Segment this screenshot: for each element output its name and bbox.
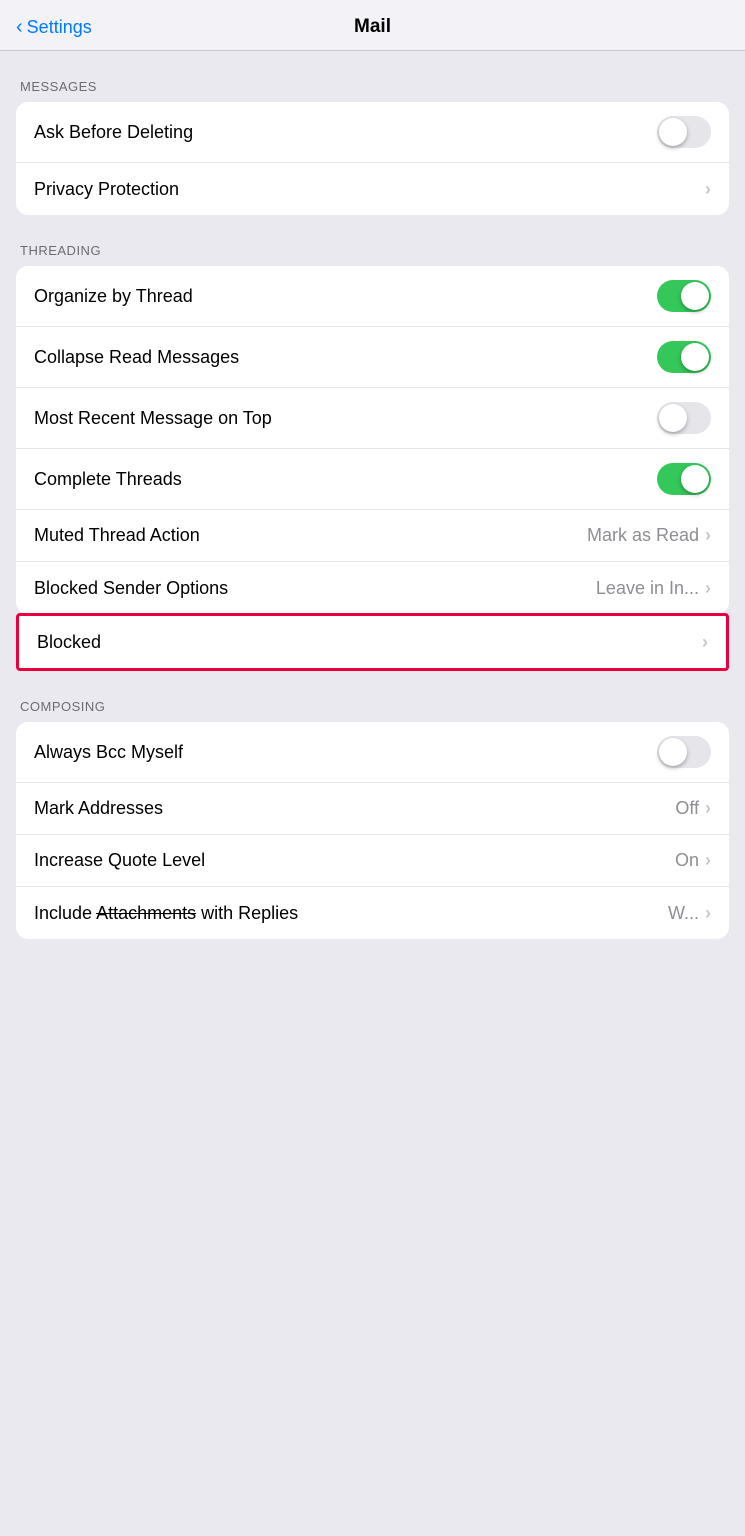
row-most-recent-message[interactable]: Most Recent Message on Top	[16, 388, 729, 449]
row-right-collapse-read-messages	[657, 341, 711, 373]
row-right-include-attachments: W... ›	[668, 903, 711, 924]
row-label-privacy-protection: Privacy Protection	[34, 179, 179, 200]
chevron-right-icon: ›	[705, 578, 711, 599]
row-label-organize-by-thread: Organize by Thread	[34, 286, 193, 307]
row-organize-by-thread[interactable]: Organize by Thread	[16, 266, 729, 327]
row-label-include-attachments: Include Attachments with Replies	[34, 903, 298, 924]
toggle-collapse-read-messages[interactable]	[657, 341, 711, 373]
toggle-knob-ask-before-deleting	[659, 118, 687, 146]
toggle-knob-collapse-read-messages	[681, 343, 709, 371]
section-threading: THREADING Organize by Thread Collapse Read…	[0, 243, 745, 671]
section-label-composing: COMPOSING	[16, 699, 729, 714]
toggle-knob-complete-threads	[681, 465, 709, 493]
row-right-increase-quote-level: On ›	[675, 850, 711, 871]
toggle-organize-by-thread[interactable]	[657, 280, 711, 312]
chevron-right-icon: ›	[705, 850, 711, 871]
navigation-bar: ‹ Settings Mail	[0, 0, 745, 51]
row-right-always-bcc-myself	[657, 736, 711, 768]
row-right-organize-by-thread	[657, 280, 711, 312]
toggle-knob-most-recent-message	[659, 404, 687, 432]
row-label-muted-thread-action: Muted Thread Action	[34, 525, 200, 546]
row-always-bcc-myself[interactable]: Always Bcc Myself	[16, 722, 729, 783]
page-title: Mail	[354, 16, 391, 38]
toggle-knob-organize-by-thread	[681, 282, 709, 310]
row-value-blocked-sender-options: Leave in In...	[596, 578, 699, 599]
row-right-blocked: ›	[702, 632, 708, 653]
row-complete-threads[interactable]: Complete Threads	[16, 449, 729, 510]
row-include-attachments[interactable]: Include Attachments with Replies W... ›	[16, 887, 729, 939]
row-right-complete-threads	[657, 463, 711, 495]
chevron-left-icon: ‹	[16, 16, 23, 39]
settings-card: Always Bcc MyselfMark AddressesOff›Incre…	[16, 722, 729, 939]
chevron-right-icon: ›	[705, 903, 711, 924]
row-right-mark-addresses: Off ›	[675, 798, 711, 819]
settings-card: Ask Before Deleting Privacy Protection ›	[16, 102, 729, 215]
row-label-collapse-read-messages: Collapse Read Messages	[34, 347, 239, 368]
row-privacy-protection[interactable]: Privacy Protection ›	[16, 163, 729, 215]
row-right-ask-before-deleting	[657, 116, 711, 148]
row-value-mark-addresses: Off	[675, 798, 699, 819]
toggle-knob-always-bcc-myself	[659, 738, 687, 766]
chevron-right-icon: ›	[705, 179, 711, 200]
back-button[interactable]: ‹ Settings	[16, 16, 92, 39]
row-label-increase-quote-level: Increase Quote Level	[34, 850, 205, 871]
row-label-ask-before-deleting: Ask Before Deleting	[34, 122, 193, 143]
row-value-include-attachments: W...	[668, 903, 699, 924]
row-label-most-recent-message: Most Recent Message on Top	[34, 408, 272, 429]
row-label-blocked: Blocked	[37, 632, 101, 653]
row-label-mark-addresses: Mark Addresses	[34, 798, 163, 819]
row-right-muted-thread-action: Mark as Read ›	[587, 525, 711, 546]
toggle-complete-threads[interactable]	[657, 463, 711, 495]
toggle-ask-before-deleting[interactable]	[657, 116, 711, 148]
row-value-increase-quote-level: On	[675, 850, 699, 871]
back-label: Settings	[27, 17, 92, 38]
section-messages: MESSAGES Ask Before Deleting Privacy Prote…	[0, 79, 745, 215]
settings-card: Organize by Thread Collapse Read Messages…	[16, 266, 729, 614]
section-composing: COMPOSING Always Bcc Myself Mark Addresses…	[0, 699, 745, 939]
row-blocked[interactable]: Blocked ›	[19, 616, 726, 668]
chevron-right-icon: ›	[705, 798, 711, 819]
row-right-privacy-protection: ›	[705, 179, 711, 200]
section-label-messages: MESSAGES	[16, 79, 729, 94]
row-collapse-read-messages[interactable]: Collapse Read Messages	[16, 327, 729, 388]
row-blocked-sender-options[interactable]: Blocked Sender Options Leave in In... ›	[16, 562, 729, 614]
toggle-most-recent-message[interactable]	[657, 402, 711, 434]
row-increase-quote-level[interactable]: Increase Quote Level On ›	[16, 835, 729, 887]
row-label-always-bcc-myself: Always Bcc Myself	[34, 742, 183, 763]
chevron-right-icon: ›	[702, 632, 708, 653]
chevron-right-icon: ›	[705, 525, 711, 546]
section-label-threading: THREADING	[16, 243, 729, 258]
row-right-most-recent-message	[657, 402, 711, 434]
row-value-muted-thread-action: Mark as Read	[587, 525, 699, 546]
row-label-complete-threads: Complete Threads	[34, 469, 182, 490]
row-label-blocked-sender-options: Blocked Sender Options	[34, 578, 228, 599]
row-ask-before-deleting[interactable]: Ask Before Deleting	[16, 102, 729, 163]
toggle-always-bcc-myself[interactable]	[657, 736, 711, 768]
row-mark-addresses[interactable]: Mark Addresses Off ›	[16, 783, 729, 835]
row-right-blocked-sender-options: Leave in In... ›	[596, 578, 711, 599]
row-muted-thread-action[interactable]: Muted Thread Action Mark as Read ›	[16, 510, 729, 562]
